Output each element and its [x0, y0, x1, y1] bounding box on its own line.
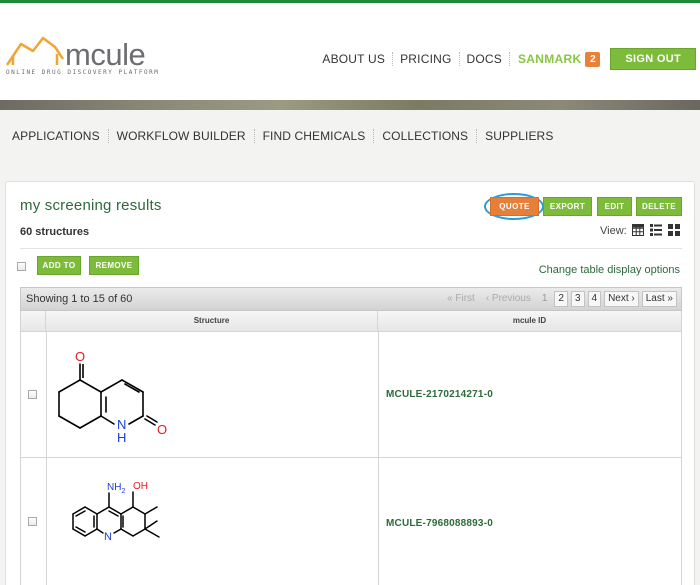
structure-cell: O O N H — [47, 332, 379, 457]
tile-view-icon[interactable] — [668, 224, 680, 236]
row-select-cell — [21, 332, 47, 457]
pager-page-4[interactable]: 4 — [587, 291, 602, 307]
pager-page-1[interactable]: 1 — [538, 291, 552, 307]
user-menu[interactable]: SANMARK — [510, 52, 585, 66]
atom-label-hydrogen: H — [117, 430, 126, 445]
pager-last[interactable]: Last » — [641, 291, 677, 307]
decorative-band — [0, 100, 700, 110]
atom-label-oxygen: O — [157, 422, 167, 437]
table-row: O O N H MCULE-2170214271-0 — [20, 332, 682, 458]
pager-first[interactable]: « First — [443, 291, 479, 307]
nav-suppliers[interactable]: SUPPLIERS — [477, 129, 561, 143]
sign-out-button[interactable]: SIGN OUT — [610, 48, 696, 70]
structure-cell: NH2 OH N — [47, 458, 379, 585]
molecule-structure[interactable]: O O N H — [47, 332, 379, 458]
row-checkbox[interactable] — [28, 517, 37, 526]
atom-label-amine: NH2 — [107, 482, 125, 495]
nav-pricing[interactable]: PRICING — [393, 52, 460, 66]
atom-label-nitrogen: N — [104, 531, 112, 543]
logo-tagline: ONLINE DRUG DISCOVERY PLATFORM — [6, 69, 160, 76]
row-checkbox[interactable] — [28, 390, 37, 399]
column-header-select — [20, 311, 46, 332]
remove-button[interactable]: REMOVE — [89, 256, 139, 275]
atom-label-oxygen: O — [75, 349, 85, 364]
nav-collections[interactable]: COLLECTIONS — [374, 129, 478, 143]
mcule-id-link[interactable]: MCULE-2170214271-0 — [386, 389, 493, 400]
change-table-options-link[interactable]: Change table display options — [539, 264, 680, 276]
nav-about-us[interactable]: ABOUT US — [315, 52, 394, 66]
pager-previous[interactable]: ‹ Previous — [482, 291, 535, 307]
view-label: View: — [600, 225, 627, 237]
table-row: NH2 OH N MCULE-7968088893-0 — [20, 458, 682, 585]
column-header-mcule-id[interactable]: mcule ID — [378, 311, 682, 332]
notification-badge[interactable]: 2 — [585, 51, 601, 67]
table-toolbar: Showing 1 to 15 of 60 « First ‹ Previous… — [20, 287, 682, 311]
header-divider — [20, 248, 682, 249]
main-nav: APPLICATIONS WORKFLOW BUILDER FIND CHEMI… — [0, 126, 561, 146]
edit-button[interactable]: EDIT — [597, 197, 632, 216]
pager-page-3[interactable]: 3 — [570, 291, 585, 307]
grid-view-icon[interactable] — [632, 224, 644, 236]
atom-label-hydroxyl: OH — [133, 481, 148, 492]
results-panel: my screening results 60 structures QUOTE… — [5, 181, 695, 585]
pagination: « First ‹ Previous 1 2 3 4 Next › Last » — [440, 291, 677, 307]
quote-button[interactable]: QUOTE — [490, 197, 539, 216]
nav-docs[interactable]: DOCS — [460, 52, 510, 66]
top-nav: ABOUT US PRICING DOCS SANMARK 2 SIGN OUT — [315, 47, 700, 71]
nav-workflow-builder[interactable]: WORKFLOW BUILDER — [109, 129, 255, 143]
export-button[interactable]: EXPORT — [543, 197, 592, 216]
add-to-button[interactable]: ADD TO — [37, 256, 81, 275]
molecule-structure[interactable]: NH2 OH N — [47, 458, 379, 585]
list-view-icon[interactable] — [650, 224, 662, 236]
page-title: my screening results — [20, 197, 162, 214]
delete-button[interactable]: DELETE — [636, 197, 682, 216]
row-select-cell — [21, 458, 47, 585]
mcule-id-link[interactable]: MCULE-7968088893-0 — [386, 518, 493, 529]
structure-count: 60 structures — [20, 226, 90, 238]
column-header-structure[interactable]: Structure — [46, 311, 378, 332]
pager-next[interactable]: Next › — [604, 291, 639, 307]
site-header: mcule ONLINE DRUG DISCOVERY PLATFORM ABO… — [0, 3, 700, 100]
nav-find-chemicals[interactable]: FIND CHEMICALS — [255, 129, 375, 143]
showing-info: Showing 1 to 15 of 60 — [26, 293, 133, 305]
select-all-checkbox[interactable] — [17, 262, 26, 271]
nav-applications[interactable]: APPLICATIONS — [12, 129, 109, 143]
pager-page-2[interactable]: 2 — [554, 291, 568, 307]
logo-wordmark: mcule — [65, 37, 145, 72]
